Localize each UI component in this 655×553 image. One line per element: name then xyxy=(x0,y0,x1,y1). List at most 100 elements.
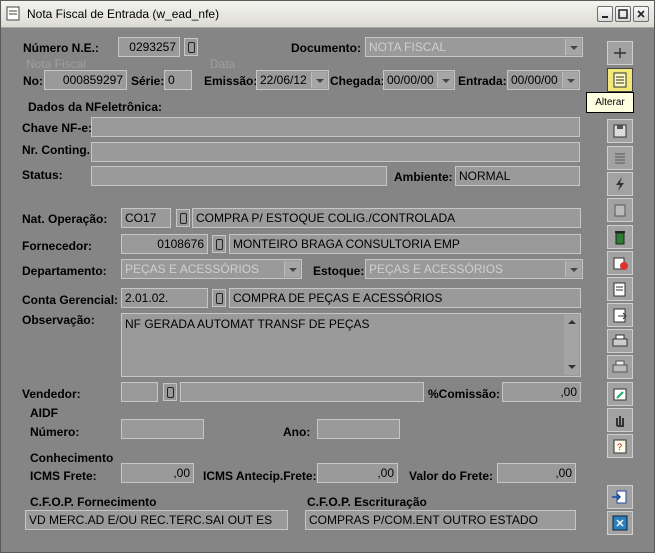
import-button[interactable] xyxy=(607,485,633,509)
cancel-button[interactable] xyxy=(607,251,633,275)
copy-button[interactable] xyxy=(607,198,633,222)
contig-field[interactable] xyxy=(91,142,580,162)
fornecedor-lookup-icon[interactable] xyxy=(212,235,226,253)
icms-antecip-field[interactable]: ,00 xyxy=(317,463,398,483)
obs-text: NF GERADA AUTOMAT TRANSF DE PEÇAS xyxy=(125,317,370,331)
import-icon xyxy=(612,490,627,504)
cfop-fornecimento-field[interactable]: VD MERC.AD E/OU REC.TERC.SAI OUT ES xyxy=(25,510,288,530)
comissao-field[interactable]: ,00 xyxy=(502,382,581,402)
chevron-down-icon xyxy=(562,72,578,88)
close-icon xyxy=(637,10,645,18)
ambiente-label: Ambiente: xyxy=(394,170,453,184)
list-button[interactable] xyxy=(607,146,633,170)
conhecimento-section-label: Conhecimento xyxy=(30,451,114,465)
edit-button[interactable] xyxy=(607,68,633,92)
nat-op-lookup-icon[interactable] xyxy=(176,209,190,227)
numero-ne-field[interactable]: 0293257 xyxy=(118,37,180,57)
documento-dropdown[interactable]: NOTA FISCAL xyxy=(365,37,583,57)
departamento-dropdown[interactable]: PEÇAS E ACESSÓRIOS xyxy=(121,259,302,279)
vendedor-name-field[interactable] xyxy=(180,382,424,402)
close-button[interactable] xyxy=(633,6,649,22)
chegada-field[interactable]: 00/00/00 xyxy=(383,70,455,90)
aidf-ano-label: Ano: xyxy=(283,425,311,439)
chevron-down-icon xyxy=(565,39,581,55)
numero-ne-lookup-icon[interactable] xyxy=(184,38,198,56)
print-preview-button[interactable] xyxy=(607,277,633,301)
hand-icon xyxy=(616,416,624,427)
ambiente-field[interactable]: NORMAL xyxy=(455,166,580,186)
serie-field[interactable]: 0 xyxy=(164,70,192,90)
hand-button[interactable] xyxy=(607,408,633,432)
save-button[interactable] xyxy=(607,119,633,143)
report-button[interactable]: ? xyxy=(607,434,633,458)
aidf-numero-field[interactable] xyxy=(121,419,204,439)
departamento-value: PEÇAS E ACESSÓRIOS xyxy=(125,262,260,276)
minimize-button[interactable] xyxy=(597,6,613,22)
cfop-escrituracao-field[interactable]: COMPRAS P/COM.ENT OUTRO ESTADO xyxy=(305,510,576,530)
export-button[interactable] xyxy=(607,303,633,327)
save-icon xyxy=(613,124,627,138)
run-button[interactable] xyxy=(607,172,633,196)
icms-frete-label: ICMS Frete: xyxy=(30,469,97,483)
status-field[interactable] xyxy=(91,166,387,186)
vendedor-code-field[interactable] xyxy=(121,382,158,402)
estoque-label: Estoque: xyxy=(313,264,365,278)
nfe-section-label: Dados da NFeletrônica: xyxy=(28,100,163,114)
chevron-down-icon xyxy=(284,261,300,277)
print-button[interactable] xyxy=(607,329,633,353)
no-field[interactable]: 000859297 xyxy=(44,70,127,90)
conta-lookup-icon[interactable] xyxy=(212,289,226,307)
vendedor-lookup-icon[interactable] xyxy=(163,383,177,401)
print-preview-icon xyxy=(613,282,626,297)
fornecedor-label: Fornecedor: xyxy=(22,239,93,253)
scroll-up-icon[interactable] xyxy=(564,315,579,330)
chave-field[interactable] xyxy=(91,117,580,137)
entrada-value: 00/00/00 xyxy=(511,73,558,87)
nota-fiscal-group-label: Nota Fiscal xyxy=(26,57,87,71)
chevron-down-icon xyxy=(311,72,327,88)
status-label: Status: xyxy=(22,168,63,182)
aidf-section-label: AIDF xyxy=(30,406,58,420)
conta-desc-field[interactable]: COMPRA DE PEÇAS E ACESSÓRIOS xyxy=(229,288,581,308)
emissao-label: Emissão: xyxy=(204,74,258,88)
insert-button[interactable] xyxy=(607,41,633,65)
no-label: No: xyxy=(23,74,43,88)
insert-icon xyxy=(614,48,626,58)
obs-scrollbar[interactable] xyxy=(564,315,579,375)
exit-button[interactable] xyxy=(607,511,633,535)
cfop-fornecimento-label: C.F.O.P. Fornecimento xyxy=(30,495,157,509)
delete-icon xyxy=(615,231,625,245)
nat-op-code-field[interactable]: CO17 xyxy=(121,208,171,228)
tools-button[interactable] xyxy=(607,382,633,406)
obs-label: Observação: xyxy=(22,313,95,327)
delete-button[interactable] xyxy=(607,225,633,249)
run-icon xyxy=(616,177,624,191)
svg-text:?: ? xyxy=(617,442,622,452)
entrada-field[interactable]: 00/00/00 xyxy=(507,70,580,90)
maximize-icon xyxy=(618,9,628,19)
fornecedor-name-field[interactable]: MONTEIRO BRAGA CONSULTORIA EMP xyxy=(229,234,581,254)
exit-icon xyxy=(612,515,628,531)
estoque-dropdown[interactable]: PEÇAS E ACESSÓRIOS xyxy=(365,259,583,279)
chave-label: Chave NF-e: xyxy=(22,121,93,135)
scroll-down-icon[interactable] xyxy=(564,360,579,375)
nat-op-desc-field[interactable]: COMPRA P/ ESTOQUE COLIG./CONTROLADA xyxy=(192,208,581,228)
maximize-button[interactable] xyxy=(615,6,631,22)
serie-label: Série: xyxy=(131,74,165,88)
emissao-field[interactable]: 22/06/12 xyxy=(256,70,329,90)
chegada-label: Chegada: xyxy=(330,74,385,88)
emissao-value: 22/06/12 xyxy=(260,73,307,87)
tools-icon xyxy=(613,388,627,401)
conta-code-field[interactable]: 2.01.02. xyxy=(121,288,208,308)
fornecedor-code-field[interactable]: 0108676 xyxy=(121,234,208,254)
cancel-icon xyxy=(613,257,628,270)
aidf-ano-field[interactable] xyxy=(317,419,400,439)
valor-frete-field[interactable]: ,00 xyxy=(497,463,576,483)
printer-alt-button[interactable] xyxy=(607,355,633,379)
documento-value: NOTA FISCAL xyxy=(369,40,447,54)
nat-op-label: Nat. Operação: xyxy=(22,212,108,226)
aidf-numero-label: Número: xyxy=(30,425,80,439)
icms-frete-field[interactable]: ,00 xyxy=(121,463,194,483)
obs-textarea[interactable]: NF GERADA AUTOMAT TRANSF DE PEÇAS xyxy=(121,313,581,377)
chegada-value: 00/00/00 xyxy=(387,73,434,87)
